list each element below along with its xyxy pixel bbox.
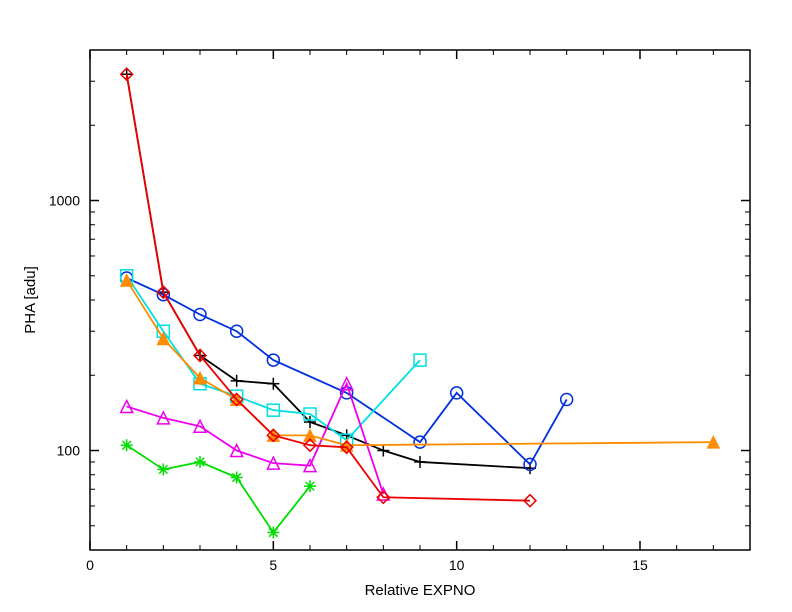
x-tick-label: 5 bbox=[269, 557, 277, 573]
x-tick-label: 10 bbox=[449, 557, 465, 573]
chart-svg: 0 5 10 15 100 1000 Relative EXPNO PHA [adu] bbox=[0, 0, 792, 612]
plot-series bbox=[121, 68, 720, 538]
x-tick-labels: 0 5 10 15 bbox=[86, 557, 648, 573]
y-tick-label: 1000 bbox=[49, 193, 80, 209]
y-ticks-right bbox=[741, 81, 750, 526]
axis-frame bbox=[90, 50, 750, 550]
y-axis-label: PHA [adu] bbox=[22, 266, 39, 334]
x-ticks-bottom bbox=[90, 541, 713, 550]
series-green-asterisk bbox=[121, 439, 316, 538]
x-ticks-top bbox=[90, 50, 713, 59]
series-black-plus bbox=[121, 68, 536, 474]
y-ticks-left bbox=[90, 81, 99, 526]
x-tick-label: 0 bbox=[86, 557, 94, 573]
y-tick-labels: 100 1000 bbox=[49, 193, 80, 459]
y-tick-label: 100 bbox=[57, 443, 81, 459]
x-axis-label: Relative EXPNO bbox=[365, 582, 476, 599]
chart-container: 0 5 10 15 100 1000 Relative EXPNO PHA [adu] bbox=[0, 0, 792, 612]
x-tick-label: 15 bbox=[632, 557, 648, 573]
